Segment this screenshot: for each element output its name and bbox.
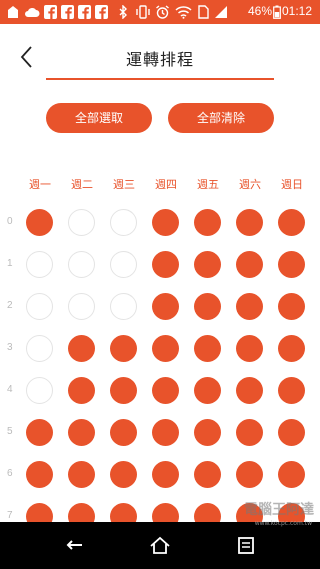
slot-mon-hour-6[interactable] <box>26 461 53 488</box>
slot-sun-hour-5[interactable] <box>278 419 305 446</box>
slot-mon-hour-1[interactable] <box>26 251 53 278</box>
slot-sun-hour-0[interactable] <box>278 209 305 236</box>
slot-thu-hour-3[interactable] <box>152 335 179 362</box>
home-icon <box>150 536 170 554</box>
facebook-icon-3 <box>78 5 91 19</box>
slot-mon-hour-3[interactable] <box>26 335 53 362</box>
slot-tue-hour-0[interactable] <box>68 209 95 236</box>
facebook-icon-2 <box>61 5 74 19</box>
facebook-icon <box>44 5 57 19</box>
day-header-tue: 週二 <box>71 178 93 191</box>
slot-wed-hour-6[interactable] <box>110 461 137 488</box>
day-header-fri: 週五 <box>197 178 219 191</box>
slot-tue-hour-4[interactable] <box>68 377 95 404</box>
slot-sat-hour-0[interactable] <box>236 209 263 236</box>
clock: 01:12 <box>281 4 312 18</box>
day-header-sun: 週日 <box>281 178 303 191</box>
slot-sun-hour-4[interactable] <box>278 377 305 404</box>
page-title: 運轉排程 <box>125 50 194 69</box>
slot-sat-hour-6[interactable] <box>236 461 263 488</box>
hour-label-3: 3 <box>7 342 13 353</box>
slot-thu-hour-5[interactable] <box>152 419 179 446</box>
slot-tue-hour-2[interactable] <box>68 293 95 320</box>
signal-icon <box>215 6 227 18</box>
slot-wed-hour-1[interactable] <box>110 251 137 278</box>
sim-icon <box>198 5 209 19</box>
battery-percent: 46% <box>247 4 272 18</box>
slot-tue-hour-3[interactable] <box>68 335 95 362</box>
slot-thu-hour-2[interactable] <box>152 293 179 320</box>
chevron-left-icon <box>20 46 32 68</box>
slot-sat-hour-4[interactable] <box>236 377 263 404</box>
watermark-url: www.kocpc.com.tw <box>254 520 312 527</box>
slot-tue-hour-5[interactable] <box>68 419 95 446</box>
nav-home-button[interactable] <box>142 530 178 560</box>
slot-sat-hour-1[interactable] <box>236 251 263 278</box>
select-all-button[interactable]: 全部選取 <box>46 103 152 133</box>
slot-fri-hour-1[interactable] <box>194 251 221 278</box>
slot-fri-hour-4[interactable] <box>194 377 221 404</box>
slot-wed-hour-4[interactable] <box>110 377 137 404</box>
vibrate-icon <box>136 5 150 19</box>
wifi-icon <box>175 6 192 19</box>
cloud-icon <box>25 7 40 17</box>
hour-label-5: 5 <box>7 426 13 437</box>
slot-thu-hour-4[interactable] <box>152 377 179 404</box>
slot-thu-hour-0[interactable] <box>152 209 179 236</box>
status-bar: 46% 01:12 <box>0 0 320 24</box>
slot-mon-hour-5[interactable] <box>26 419 53 446</box>
slot-fri-hour-6[interactable] <box>194 461 221 488</box>
day-header-sat: 週六 <box>239 178 261 191</box>
slot-thu-hour-1[interactable] <box>152 251 179 278</box>
day-header-wed: 週三 <box>113 178 135 191</box>
alarm-icon <box>156 5 169 19</box>
slot-sun-hour-2[interactable] <box>278 293 305 320</box>
clear-all-button[interactable]: 全部清除 <box>168 103 274 133</box>
slot-wed-hour-3[interactable] <box>110 335 137 362</box>
hour-label-7: 7 <box>7 510 13 521</box>
slot-fri-hour-0[interactable] <box>194 209 221 236</box>
slot-sat-hour-5[interactable] <box>236 419 263 446</box>
slot-fri-hour-2[interactable] <box>194 293 221 320</box>
back-arrow-icon <box>66 540 82 550</box>
slot-mon-hour-4[interactable] <box>26 377 53 404</box>
slot-tue-hour-1[interactable] <box>68 251 95 278</box>
facebook-icon-4 <box>95 5 108 19</box>
watermark: 電腦王阿達 <box>244 502 314 518</box>
slot-sat-hour-3[interactable] <box>236 335 263 362</box>
slot-sun-hour-3[interactable] <box>278 335 305 362</box>
title-underline <box>46 78 274 80</box>
slot-wed-hour-0[interactable] <box>110 209 137 236</box>
hour-label-0: 0 <box>7 216 13 227</box>
slot-sat-hour-2[interactable] <box>236 293 263 320</box>
day-header-mon: 週一 <box>29 178 51 191</box>
back-button[interactable] <box>14 42 40 72</box>
hour-label-1: 1 <box>7 258 13 269</box>
hour-label-4: 4 <box>7 384 13 395</box>
slot-mon-hour-2[interactable] <box>26 293 53 320</box>
slot-tue-hour-6[interactable] <box>68 461 95 488</box>
recents-icon <box>238 537 254 554</box>
slot-wed-hour-2[interactable] <box>110 293 137 320</box>
nav-bar <box>0 522 320 569</box>
nav-recents-button[interactable] <box>228 530 264 560</box>
notification-icon <box>8 6 18 18</box>
slot-wed-hour-5[interactable] <box>110 419 137 446</box>
slot-sun-hour-6[interactable] <box>278 461 305 488</box>
hour-label-2: 2 <box>7 300 13 311</box>
day-header-thu: 週四 <box>155 178 177 191</box>
slot-fri-hour-5[interactable] <box>194 419 221 446</box>
hour-label-6: 6 <box>7 468 13 479</box>
slot-sun-hour-1[interactable] <box>278 251 305 278</box>
slot-fri-hour-3[interactable] <box>194 335 221 362</box>
nav-back-button[interactable] <box>58 530 94 560</box>
slot-mon-hour-0[interactable] <box>26 209 53 236</box>
bluetooth-icon <box>119 5 127 19</box>
battery-icon <box>273 5 281 19</box>
slot-thu-hour-6[interactable] <box>152 461 179 488</box>
